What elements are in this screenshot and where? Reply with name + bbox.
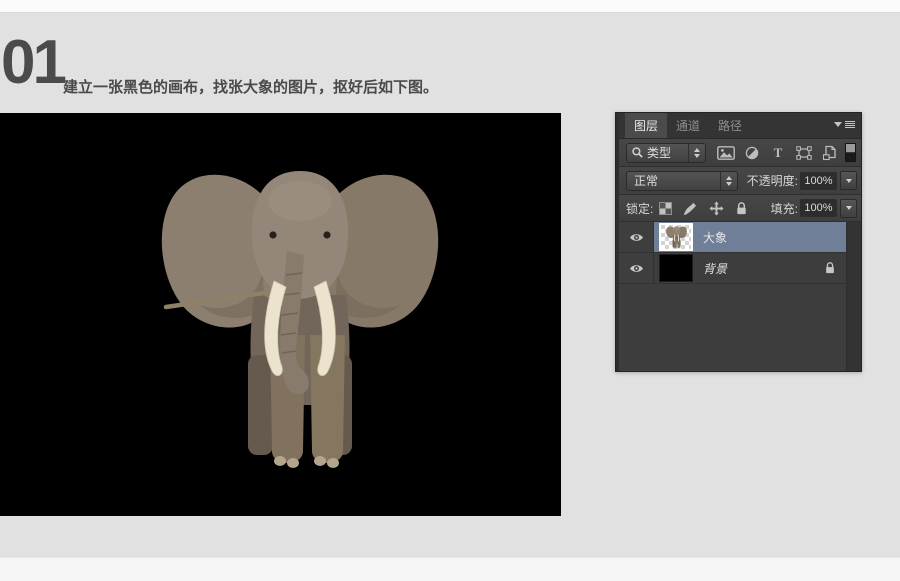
opacity-value[interactable]: 100%	[800, 172, 837, 190]
lock-position-icon[interactable]	[709, 201, 724, 216]
layer-thumbnail-elephant[interactable]	[659, 223, 693, 251]
lock-label: 锁定:	[626, 200, 653, 217]
step-description: 建立一张黑色的画布，找张大象的图片，抠好后如下图。	[63, 76, 438, 97]
top-divider-strip	[0, 0, 900, 13]
blend-mode-value: 正常	[634, 172, 658, 189]
eye-icon	[629, 263, 644, 274]
filter-kind-label: 类型	[647, 144, 671, 161]
layer-thumbnail-background[interactable]	[659, 254, 693, 282]
adjustment-layers-filter-icon[interactable]	[743, 145, 761, 161]
layers-panel-inner: 图层 通道 路径 类型	[616, 113, 861, 371]
pixel-layers-filter-icon[interactable]	[717, 145, 735, 161]
layer-list-gutter	[846, 222, 861, 371]
bottom-divider-strip	[0, 557, 900, 581]
layer-filter-row: 类型 T	[619, 139, 861, 167]
layer-rows: 大象 背景	[619, 222, 846, 371]
layer-row-background[interactable]: 背景	[619, 253, 846, 284]
tab-channels[interactable]: 通道	[667, 113, 709, 138]
menu-arrow-icon	[834, 122, 842, 127]
tab-paths[interactable]: 路径	[709, 113, 751, 138]
layer-list: 大象 背景	[619, 222, 861, 371]
opacity-dropdown-button[interactable]	[840, 171, 857, 190]
document-canvas	[0, 113, 561, 516]
filter-icons: T	[717, 145, 839, 161]
step-number: 01	[1, 33, 64, 93]
lock-pixels-icon[interactable]	[683, 201, 698, 216]
fill-value[interactable]: 100%	[800, 199, 837, 217]
blend-mode-select[interactable]: 正常	[626, 171, 738, 191]
eye-icon	[629, 232, 644, 243]
search-icon	[631, 146, 644, 159]
menu-lines-icon	[845, 121, 855, 128]
panel-menu-icon[interactable]	[834, 121, 855, 128]
lock-transparency-icon[interactable]	[659, 202, 672, 215]
elephant-image	[160, 155, 440, 475]
select-stepper-icon	[720, 172, 737, 190]
opacity-label: 不透明度:	[747, 172, 798, 189]
lock-buttons	[659, 201, 748, 216]
visibility-cell[interactable]	[619, 222, 654, 252]
filter-kind-select[interactable]: 类型	[626, 143, 706, 163]
layer-row-content[interactable]: 背景	[654, 253, 846, 283]
shape-layers-filter-icon[interactable]	[795, 145, 813, 161]
layers-panel: 图层 通道 路径 类型	[615, 112, 862, 372]
lock-fill-row: 锁定: 填充: 100%	[619, 195, 861, 222]
tab-layers[interactable]: 图层	[625, 113, 667, 138]
blend-opacity-row: 正常 不透明度: 100%	[619, 167, 861, 195]
visibility-cell[interactable]	[619, 253, 654, 283]
background-lock-icon	[824, 261, 836, 275]
elephant-thumb-art	[666, 225, 687, 249]
fill-label: 填充:	[771, 200, 798, 217]
type-layers-filter-icon[interactable]: T	[769, 145, 787, 161]
panel-tabbar: 图层 通道 路径	[619, 113, 861, 139]
fill-dropdown-button[interactable]	[840, 199, 857, 218]
lock-all-icon[interactable]	[735, 201, 748, 216]
layer-row-elephant[interactable]: 大象	[619, 222, 846, 253]
select-stepper-icon	[688, 144, 705, 162]
layer-filtering-toggle[interactable]	[845, 143, 856, 162]
layer-row-content[interactable]: 大象	[654, 222, 846, 252]
smart-objects-filter-icon[interactable]	[821, 145, 839, 161]
layer-name[interactable]: 背景	[703, 260, 727, 277]
layer-name[interactable]: 大象	[703, 229, 727, 246]
